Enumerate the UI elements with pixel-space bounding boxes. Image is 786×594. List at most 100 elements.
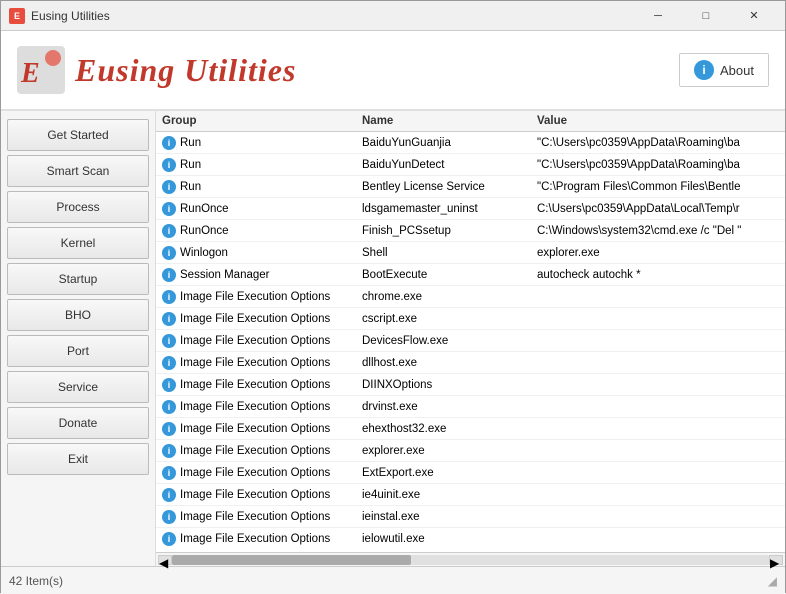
column-group: Group: [162, 115, 362, 127]
bho-button[interactable]: BHO: [7, 299, 149, 331]
resize-handle: ◢: [768, 574, 777, 588]
cell-group: i Session Manager: [162, 268, 362, 282]
table-row[interactable]: i Image File Execution Options ieinstal.…: [156, 506, 785, 528]
value-value: "C:\Users\pc0359\AppData\Roaming\ba: [537, 159, 740, 171]
cell-name: Shell: [362, 247, 537, 259]
cell-group: i Run: [162, 180, 362, 194]
info-icon: i: [162, 158, 176, 172]
donate-button[interactable]: Donate: [7, 407, 149, 439]
table-row[interactable]: i Image File Execution Options ExtExport…: [156, 462, 785, 484]
hscroll-left-arrow[interactable]: ◀: [158, 555, 172, 565]
name-value: ie4uinit.exe: [362, 489, 420, 501]
hscroll-right-arrow[interactable]: ▶: [769, 555, 783, 565]
maximize-button[interactable]: □: [683, 1, 729, 31]
table-row[interactable]: i Winlogon Shell explorer.exe: [156, 242, 785, 264]
table-row[interactable]: i Run Bentley License Service "C:\Progra…: [156, 176, 785, 198]
logo-text: Eusing Utilities: [75, 52, 296, 89]
name-value: Shell: [362, 247, 388, 259]
cell-group: i Image File Execution Options: [162, 444, 362, 458]
cell-name: explorer.exe: [362, 445, 537, 457]
name-value: ieinstal.exe: [362, 511, 420, 523]
minimize-button[interactable]: ─: [635, 1, 681, 31]
group-value: Image File Execution Options: [180, 467, 330, 479]
table-row[interactable]: i Image File Execution Options explorer.…: [156, 440, 785, 462]
info-icon: i: [162, 444, 176, 458]
cell-name: chrome.exe: [362, 291, 537, 303]
table-row[interactable]: i RunOnce ldsgamemaster_uninst C:\Users\…: [156, 198, 785, 220]
name-value: Finish_PCSsetup: [362, 225, 451, 237]
info-icon: i: [162, 180, 176, 194]
cell-name: ExtExport.exe: [362, 467, 537, 479]
cell-group: i Image File Execution Options: [162, 312, 362, 326]
info-icon: i: [162, 510, 176, 524]
hscroll-track: [172, 555, 769, 565]
logo-icon: E: [17, 46, 65, 94]
cell-group: i Image File Execution Options: [162, 290, 362, 304]
about-label: About: [720, 63, 754, 78]
get-started-button[interactable]: Get Started: [7, 119, 149, 151]
startup-button[interactable]: Startup: [7, 263, 149, 295]
exit-button[interactable]: Exit: [7, 443, 149, 475]
info-icon: i: [162, 378, 176, 392]
table-header: Group Name Value: [156, 111, 785, 132]
group-value: Run: [180, 159, 201, 171]
table-row[interactable]: i Image File Execution Options cscript.e…: [156, 308, 785, 330]
group-value: Image File Execution Options: [180, 489, 330, 501]
table-row[interactable]: i Run BaiduYunGuanjia "C:\Users\pc0359\A…: [156, 132, 785, 154]
info-icon: i: [162, 290, 176, 304]
info-icon: i: [162, 356, 176, 370]
table-row[interactable]: i Image File Execution Options chrome.ex…: [156, 286, 785, 308]
hscroll-thumb[interactable]: [172, 555, 411, 565]
table-scroll[interactable]: i Run BaiduYunGuanjia "C:\Users\pc0359\A…: [156, 132, 785, 549]
process-button[interactable]: Process: [7, 191, 149, 223]
port-button[interactable]: Port: [7, 335, 149, 367]
group-value: Image File Execution Options: [180, 313, 330, 325]
table-row[interactable]: i Image File Execution Options DIINXOpti…: [156, 374, 785, 396]
cell-group: i Image File Execution Options: [162, 532, 362, 546]
table-row[interactable]: i Run BaiduYunDetect "C:\Users\pc0359\Ap…: [156, 154, 785, 176]
smart-scan-button[interactable]: Smart Scan: [7, 155, 149, 187]
group-value: Image File Execution Options: [180, 357, 330, 369]
sidebar: Get Started Smart Scan Process Kernel St…: [1, 111, 156, 566]
name-value: explorer.exe: [362, 445, 425, 457]
cell-value: C:\Users\pc0359\AppData\Local\Temp\r: [537, 203, 779, 215]
info-icon: i: [162, 466, 176, 480]
cell-name: DevicesFlow.exe: [362, 335, 537, 347]
cell-value: C:\Windows\system32\cmd.exe /c "Del ": [537, 225, 779, 237]
table-row[interactable]: i RunOnce Finish_PCSsetup C:\Windows\sys…: [156, 220, 785, 242]
table-row[interactable]: i Session Manager BootExecute autocheck …: [156, 264, 785, 286]
column-name: Name: [362, 115, 537, 127]
value-value: "C:\Users\pc0359\AppData\Roaming\ba: [537, 137, 740, 149]
name-value: Bentley License Service: [362, 181, 485, 193]
name-value: BaiduYunDetect: [362, 159, 444, 171]
title-bar-left: E Eusing Utilities: [9, 8, 110, 24]
cell-value: "C:\Users\pc0359\AppData\Roaming\ba: [537, 137, 779, 149]
table-row[interactable]: i Image File Execution Options DevicesFl…: [156, 330, 785, 352]
cell-name: Finish_PCSsetup: [362, 225, 537, 237]
status-bar: 42 Item(s) ◢: [1, 566, 785, 594]
value-value: C:\Windows\system32\cmd.exe /c "Del ": [537, 225, 741, 237]
info-icon: i: [162, 422, 176, 436]
group-value: RunOnce: [180, 203, 229, 215]
table-row[interactable]: i Image File Execution Options ielowutil…: [156, 528, 785, 549]
close-button[interactable]: ✕: [731, 1, 777, 31]
cell-name: ldsgamemaster_uninst: [362, 203, 537, 215]
cell-group: i Run: [162, 136, 362, 150]
name-value: ehexthost32.exe: [362, 423, 446, 435]
table-row[interactable]: i Image File Execution Options ehexthost…: [156, 418, 785, 440]
cell-group: i Image File Execution Options: [162, 422, 362, 436]
cell-name: ieinstal.exe: [362, 511, 537, 523]
cell-value: autocheck autochk *: [537, 269, 779, 281]
service-button[interactable]: Service: [7, 371, 149, 403]
table-row[interactable]: i Image File Execution Options drvinst.e…: [156, 396, 785, 418]
table-row[interactable]: i Image File Execution Options ie4uinit.…: [156, 484, 785, 506]
name-value: DevicesFlow.exe: [362, 335, 448, 347]
table-row[interactable]: i Image File Execution Options dllhost.e…: [156, 352, 785, 374]
kernel-button[interactable]: Kernel: [7, 227, 149, 259]
horizontal-scrollbar[interactable]: ◀ ▶: [156, 552, 785, 566]
cell-group: i RunOnce: [162, 224, 362, 238]
name-value: ExtExport.exe: [362, 467, 434, 479]
name-value: DIINXOptions: [362, 379, 432, 391]
about-button[interactable]: i About: [679, 53, 769, 87]
name-value: BootExecute: [362, 269, 427, 281]
